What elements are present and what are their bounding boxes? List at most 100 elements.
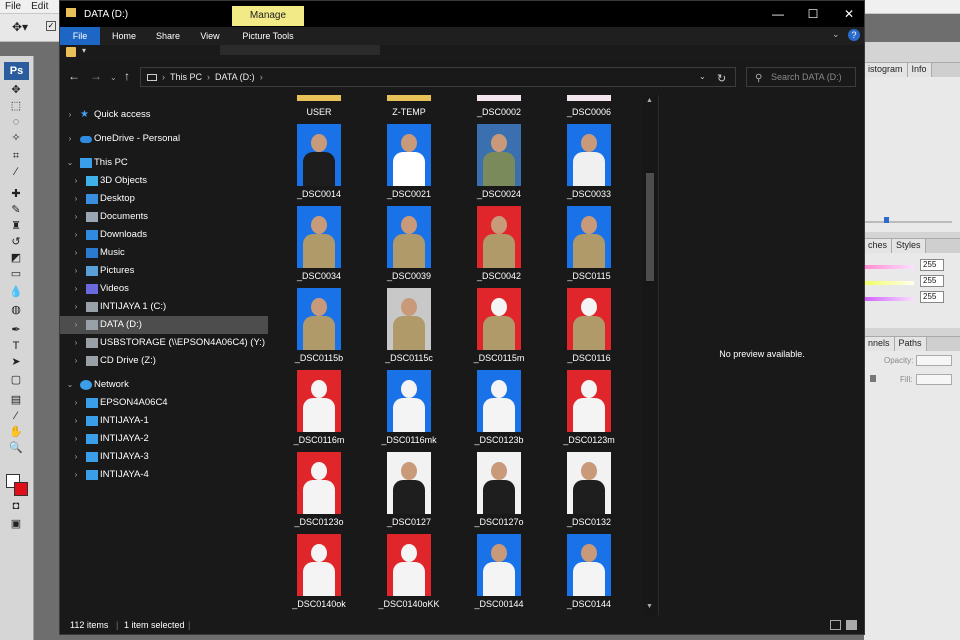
tab-file[interactable]: File (60, 27, 100, 45)
nav-item-pictures[interactable]: › Pictures (60, 262, 268, 280)
chevron-right-icon[interactable]: › (65, 130, 75, 148)
ps-slider-handle[interactable] (884, 217, 889, 223)
image-thumbnail[interactable] (297, 124, 341, 186)
nav-item-videos[interactable]: › Videos (60, 280, 268, 298)
nav-network[interactable]: ⌄ Network (60, 376, 268, 394)
nav-item-documents[interactable]: › Documents (60, 208, 268, 226)
image-thumbnail[interactable] (567, 452, 611, 514)
eraser-tool-icon[interactable]: ◩ (8, 252, 24, 264)
stamp-tool-icon[interactable]: ♜ (8, 220, 24, 232)
color-b-field[interactable]: 255 (920, 291, 944, 303)
lasso-tool-icon[interactable]: ◌ (8, 116, 24, 128)
background-color-swatch[interactable] (14, 482, 28, 496)
opacity-field[interactable] (916, 355, 952, 366)
screen-mode-icon[interactable]: ▣ (8, 518, 24, 530)
nav-this-pc[interactable]: ⌄ This PC (60, 154, 268, 172)
folder-thumbnail[interactable] (387, 95, 431, 101)
healing-brush-icon[interactable]: ✚ (8, 188, 24, 200)
nav-item-intijaya-2[interactable]: › INTIJAYA-2 (60, 430, 268, 448)
file-name[interactable]: USER (274, 107, 364, 117)
tab-home[interactable]: Home (106, 27, 142, 45)
file-name[interactable]: _DSC0144 (544, 599, 634, 609)
qat-dropdown-icon[interactable]: ▾ (82, 46, 86, 55)
image-thumbnail[interactable] (387, 124, 431, 186)
image-thumbnail[interactable] (477, 452, 521, 514)
chevron-right-icon[interactable]: › (71, 262, 81, 280)
breadcrumb-this-pc[interactable]: This PC (170, 72, 202, 82)
up-arrow-icon[interactable]: ↑ (124, 69, 130, 83)
path-select-icon[interactable]: ➤ (8, 356, 24, 368)
folder-thumbnail[interactable] (297, 95, 341, 101)
nav-quick-access[interactable]: › ★ Quick access (60, 106, 268, 124)
auto-select-checkbox[interactable]: ✓ (46, 21, 56, 31)
tab-view[interactable]: View (194, 27, 226, 45)
help-icon[interactable]: ? (848, 29, 860, 41)
pen-tool-icon[interactable]: ✒ (8, 324, 24, 336)
image-thumbnail[interactable] (477, 534, 521, 596)
gradient-tool-icon[interactable]: ▭ (8, 268, 24, 280)
image-thumbnail[interactable] (477, 206, 521, 268)
file-name[interactable]: _DSC0115 (544, 271, 634, 281)
chevron-right-icon[interactable]: › (71, 412, 81, 430)
scroll-down-icon[interactable]: ▼ (646, 603, 653, 610)
ribbon-expand-icon[interactable]: ⌄ (832, 29, 840, 40)
breadcrumb-data-d[interactable]: DATA (D:) (215, 72, 255, 82)
nav-item-usbstorage-epson4a06c4-y[interactable]: › USBSTORAGE (\\EPSON4A06C4) (Y:) (60, 334, 268, 352)
recent-locations-icon[interactable]: ⌄ (110, 73, 117, 82)
shape-tool-icon[interactable]: ▢ (8, 374, 24, 386)
chevron-right-icon[interactable]: › (71, 394, 81, 412)
scroll-up-icon[interactable]: ▲ (646, 97, 653, 104)
image-thumbnail[interactable] (297, 452, 341, 514)
nav-item-intijaya-3[interactable]: › INTIJAYA-3 (60, 448, 268, 466)
file-name[interactable]: _DSC0006 (544, 107, 634, 117)
nav-item-desktop[interactable]: › Desktop (60, 190, 268, 208)
nav-item-intijaya-1[interactable]: › INTIJAYA-1 (60, 412, 268, 430)
blur-tool-icon[interactable]: 💧 (8, 286, 24, 298)
tab-share[interactable]: Share (150, 27, 186, 45)
file-name[interactable]: _DSC0127o (454, 517, 544, 527)
image-thumbnail[interactable] (477, 95, 521, 101)
hand-tool-icon[interactable]: ✋ (8, 426, 24, 438)
chevron-right-icon[interactable]: › (71, 316, 81, 334)
file-name[interactable]: _DSC0021 (364, 189, 454, 199)
image-thumbnail[interactable] (477, 370, 521, 432)
address-bar[interactable]: › This PC › DATA (D:) › (140, 67, 736, 87)
scrollbar-thumb[interactable] (646, 173, 654, 281)
file-name[interactable]: _DSC0039 (364, 271, 454, 281)
chevron-down-icon[interactable]: ⌄ (65, 376, 75, 394)
tab-picture-tools[interactable]: Picture Tools (232, 27, 304, 45)
image-thumbnail[interactable] (387, 452, 431, 514)
ps-menu-edit[interactable]: Edit (31, 1, 48, 12)
image-thumbnail[interactable] (567, 124, 611, 186)
magic-wand-icon[interactable]: ✧ (8, 132, 24, 144)
crop-tool-icon[interactable]: ⌗ (8, 150, 24, 162)
back-arrow-icon[interactable]: ← (68, 69, 80, 83)
tab-histogram[interactable]: istogram (864, 63, 908, 77)
search-input[interactable]: ⚲ Search DATA (D:) (746, 67, 856, 87)
image-thumbnail[interactable] (567, 370, 611, 432)
image-thumbnail[interactable] (387, 534, 431, 596)
file-name[interactable]: _DSC0140ok (274, 599, 364, 609)
chevron-right-icon[interactable]: › (65, 106, 75, 124)
file-name[interactable]: _DSC0115b (274, 353, 364, 363)
chevron-right-icon[interactable]: › (71, 466, 81, 484)
file-name[interactable]: _DSC0123m (544, 435, 634, 445)
image-thumbnail[interactable] (567, 288, 611, 350)
file-name[interactable]: Z-TEMP (364, 107, 454, 117)
nav-item-intijaya-4[interactable]: › INTIJAYA-4 (60, 466, 268, 484)
file-name[interactable]: _DSC0132 (544, 517, 634, 527)
file-name[interactable]: _DSC0033 (544, 189, 634, 199)
large-icons-view-icon[interactable] (846, 620, 857, 630)
file-name[interactable]: _DSC0115m (454, 353, 544, 363)
color-g-field[interactable]: 255 (920, 275, 944, 287)
file-name[interactable]: _DSC0123b (454, 435, 544, 445)
chevron-right-icon[interactable]: › (71, 190, 81, 208)
file-name[interactable]: _DSC0116mk (364, 435, 454, 445)
eyedropper-icon[interactable]: ⁄ (8, 410, 24, 422)
maximize-button[interactable]: ☐ (798, 5, 828, 23)
file-name[interactable]: _DSC0014 (274, 189, 364, 199)
fill-field[interactable] (916, 374, 952, 385)
nav-item-music[interactable]: › Music (60, 244, 268, 262)
tab-styles[interactable]: Styles (892, 239, 926, 253)
image-thumbnail[interactable] (567, 95, 611, 101)
